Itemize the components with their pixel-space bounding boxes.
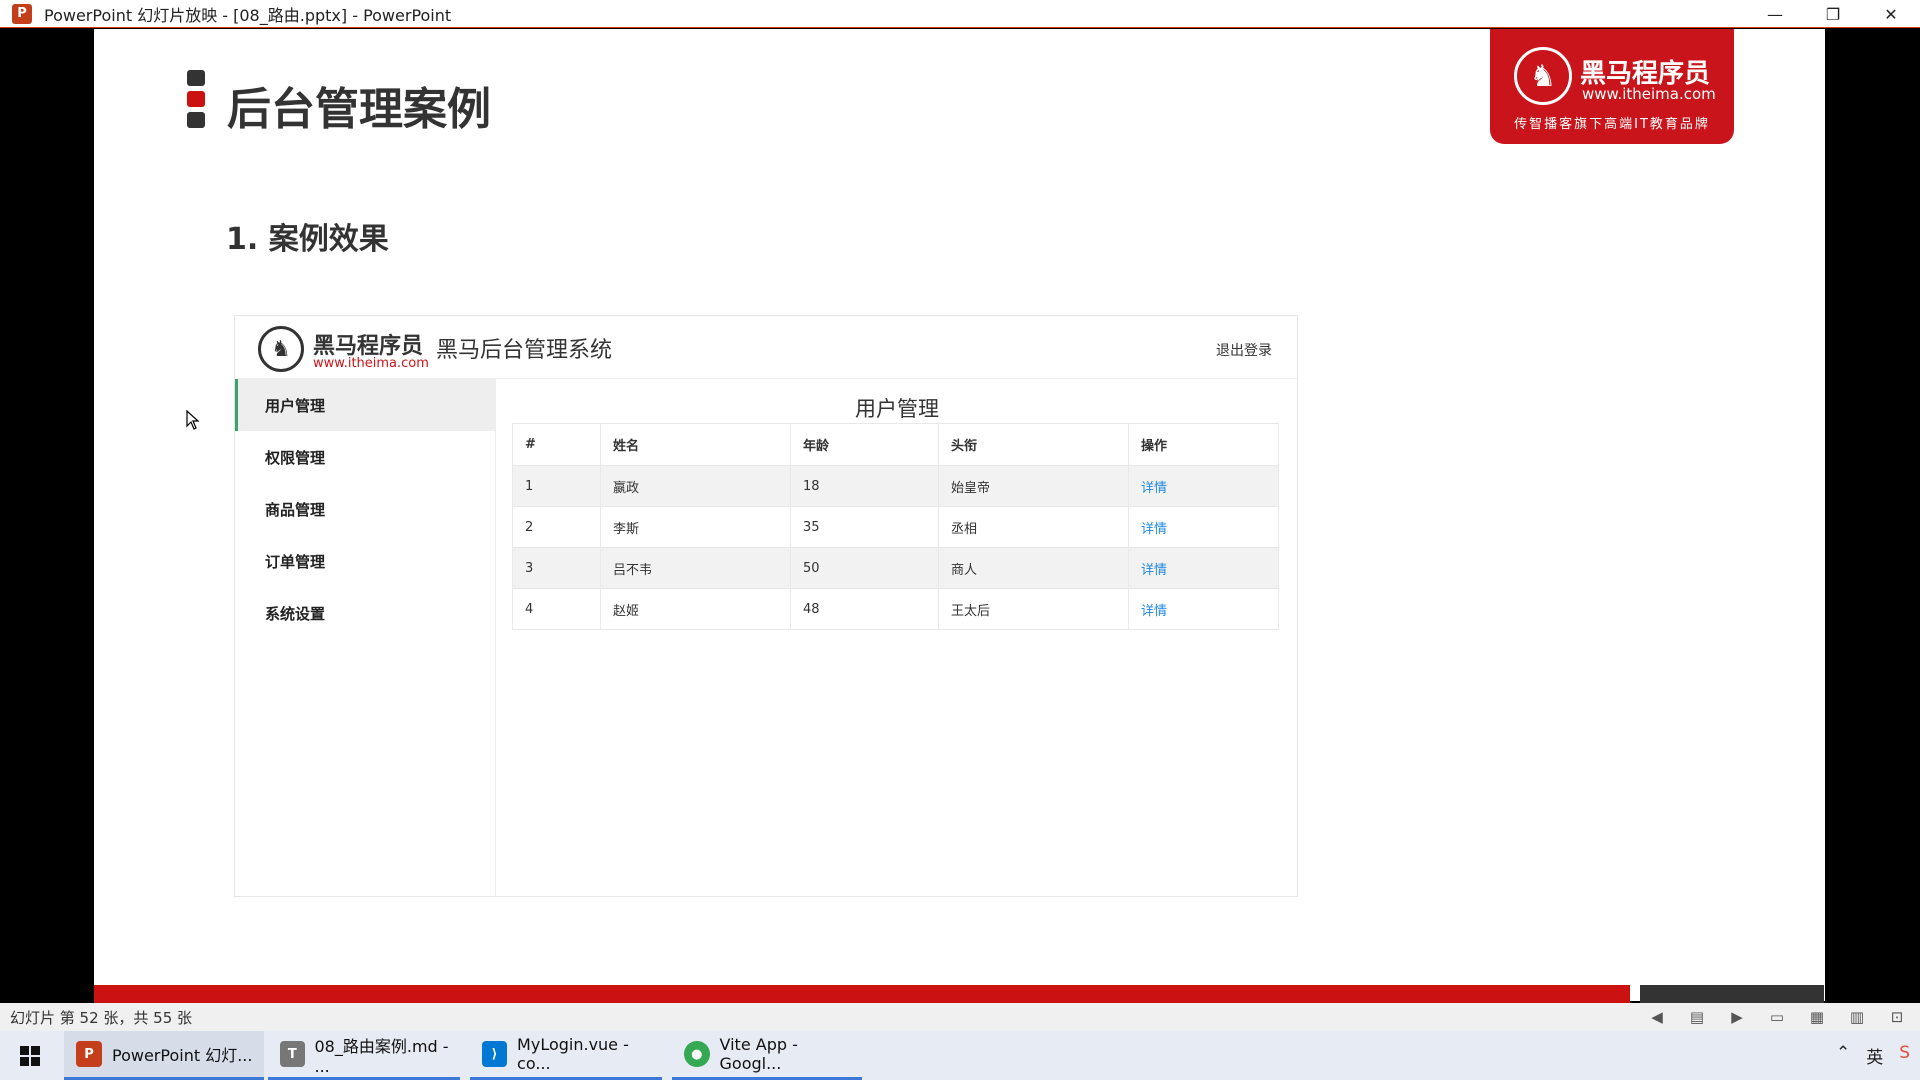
sidebar-item-settings: 系统设置 (265, 604, 326, 623)
slideshow-controls: ◀ ▤ ▶ ▭ ▦ ▥ ⊡ (1646, 1007, 1908, 1027)
cell-age: 35 (790, 506, 939, 548)
admin-preview: ♞ 黑马程序员 www.itheima.com 黑马后台管理系统 退出登录 用户… (234, 315, 1298, 897)
cell-index: 3 (512, 547, 601, 589)
vscode-icon: ⟩ (482, 1041, 508, 1067)
cell-index: 1 (512, 465, 601, 507)
slideshow-view-icon[interactable]: ⊡ (1886, 1007, 1908, 1027)
taskbar-item-label: PowerPoint 幻灯... (112, 1046, 253, 1065)
cell-index: 4 (512, 588, 601, 630)
admin-main: 用户管理 # 姓名 年龄 头衔 操作 1 嬴政 18 始皇帝 详情 2 李斯 3… (497, 379, 1297, 896)
admin-sidebar: 用户管理 权限管理 商品管理 订单管理 系统设置 (235, 379, 496, 896)
user-table: # 姓名 年龄 头衔 操作 1 嬴政 18 始皇帝 详情 2 李斯 35 丞相 … (512, 423, 1279, 630)
sidebar-item-goods: 商品管理 (265, 500, 326, 519)
slide-menu-icon[interactable]: ▤ (1686, 1007, 1708, 1027)
minimize-button[interactable]: — (1746, 0, 1804, 28)
bullet-block (187, 112, 205, 128)
previous-slide-icon[interactable]: ◀ (1646, 1007, 1668, 1027)
slide-sorter-icon[interactable]: ▦ (1806, 1007, 1828, 1027)
cell-name: 吕不韦 (600, 547, 791, 589)
brand-url: www.itheima.com (1582, 85, 1716, 103)
cell-name: 赵姬 (600, 588, 791, 630)
ime-icon[interactable]: 英 (1866, 1043, 1883, 1068)
col-header-title: 头衔 (938, 423, 1129, 466)
bullet-block (187, 91, 205, 107)
bullet-block (187, 70, 205, 86)
cell-index: 2 (512, 506, 601, 548)
window-titlebar: P PowerPoint 幻灯片放映 - [08_路由.pptx] - Powe… (0, 0, 1920, 28)
cell-name: 嬴政 (600, 465, 791, 507)
sidebar-item-permissions: 权限管理 (265, 448, 326, 467)
normal-view-icon[interactable]: ▭ (1766, 1007, 1788, 1027)
brand-logo-badge: ♞ 黑马程序员 www.itheima.com 传智播客旗下高端IT教育品牌 (1490, 29, 1734, 144)
close-button[interactable]: ✕ (1862, 0, 1920, 28)
horse-logo-icon: ♞ (258, 326, 304, 372)
start-button[interactable] (0, 1031, 60, 1080)
brand-slogan: 传智播客旗下高端IT教育品牌 (1514, 117, 1710, 132)
taskbar-item-typora[interactable]: T 08_路由案例.md - ... (268, 1031, 460, 1080)
window-controls: — ❐ ✕ (1746, 0, 1920, 28)
detail-link: 详情 (1128, 588, 1279, 630)
chevron-up-icon[interactable]: ⌃ (1836, 1043, 1850, 1068)
taskbar-item-chrome[interactable]: ● Vite App - Googl... (672, 1031, 862, 1080)
mouse-cursor-icon (186, 410, 200, 430)
slide-canvas[interactable]: 后台管理案例 ♞ 黑马程序员 www.itheima.com 传智播客旗下高端I… (94, 29, 1825, 1001)
taskbar-item-label: Vite App - Googl... (719, 1035, 798, 1073)
slide-counter: 幻灯片 第 52 张，共 55 张 (10, 1008, 193, 1027)
admin-system-title: 黑马后台管理系统 (436, 338, 613, 363)
slide-footer-bar (94, 985, 1630, 1003)
detail-link: 详情 (1128, 547, 1279, 589)
taskbar-item-vscode[interactable]: ⟩ MyLogin.vue - co... (470, 1031, 662, 1080)
windows-logo-icon (20, 1045, 40, 1066)
logout-link: 退出登录 (1216, 343, 1272, 359)
table-row: 3 吕不韦 50 商人 详情 (512, 547, 1279, 589)
col-header-index: # (512, 423, 601, 466)
restore-button[interactable]: ❐ (1804, 0, 1862, 28)
slide-subheading: 1. 案例效果 (226, 222, 389, 257)
cell-title: 丞相 (938, 506, 1129, 548)
col-header-action: 操作 (1128, 423, 1279, 466)
horse-logo-icon: ♞ (1514, 47, 1572, 105)
sidebar-item-orders: 订单管理 (265, 552, 326, 571)
admin-logo-url: www.itheima.com (313, 356, 429, 371)
cell-title: 商人 (938, 547, 1129, 589)
detail-link: 详情 (1128, 465, 1279, 507)
table-header-row: # 姓名 年龄 头衔 操作 (512, 423, 1279, 466)
cell-age: 50 (790, 547, 939, 589)
sidebar-item-users: 用户管理 (235, 379, 495, 431)
admin-header: ♞ 黑马程序员 www.itheima.com 黑马后台管理系统 退出登录 (235, 316, 1297, 379)
cell-title: 始皇帝 (938, 465, 1129, 507)
window-title: PowerPoint 幻灯片放映 - [08_路由.pptx] - PowerP… (44, 5, 452, 25)
cell-age: 18 (790, 465, 939, 507)
page-title: 用户管理 (855, 397, 939, 421)
cell-age: 48 (790, 588, 939, 630)
powerpoint-icon: P (12, 3, 32, 24)
col-header-age: 年龄 (790, 423, 939, 466)
taskbar-item-label: 08_路由案例.md - ... (314, 1036, 449, 1076)
system-tray: ⌃ 英 S (1836, 1043, 1910, 1068)
taskbar-item-label: MyLogin.vue - co... (517, 1035, 629, 1073)
status-bar: 幻灯片 第 52 张，共 55 张 ◀ ▤ ▶ ▭ ▦ ▥ ⊡ (0, 1003, 1920, 1031)
slide-footer-bar-dark (1640, 985, 1824, 1003)
typora-icon: T (280, 1041, 305, 1067)
table-row: 4 赵姬 48 王太后 详情 (512, 588, 1279, 630)
slide-heading: 后台管理案例 (227, 84, 491, 135)
cell-name: 李斯 (600, 506, 791, 548)
powerpoint-icon: P (76, 1041, 102, 1067)
col-header-name: 姓名 (600, 423, 791, 466)
app-tray-icon[interactable]: S (1899, 1043, 1910, 1068)
heading-bullet-marker (187, 70, 205, 133)
cell-title: 王太后 (938, 588, 1129, 630)
taskbar-item-powerpoint[interactable]: P PowerPoint 幻灯... (64, 1031, 264, 1080)
chrome-icon: ● (684, 1041, 710, 1067)
taskbar: P PowerPoint 幻灯... T 08_路由案例.md - ... ⟩ … (0, 1031, 1920, 1080)
table-row: 2 李斯 35 丞相 详情 (512, 506, 1279, 548)
table-row: 1 嬴政 18 始皇帝 详情 (512, 465, 1279, 507)
reading-view-icon[interactable]: ▥ (1846, 1007, 1868, 1027)
next-slide-icon[interactable]: ▶ (1726, 1007, 1748, 1027)
detail-link: 详情 (1128, 506, 1279, 548)
